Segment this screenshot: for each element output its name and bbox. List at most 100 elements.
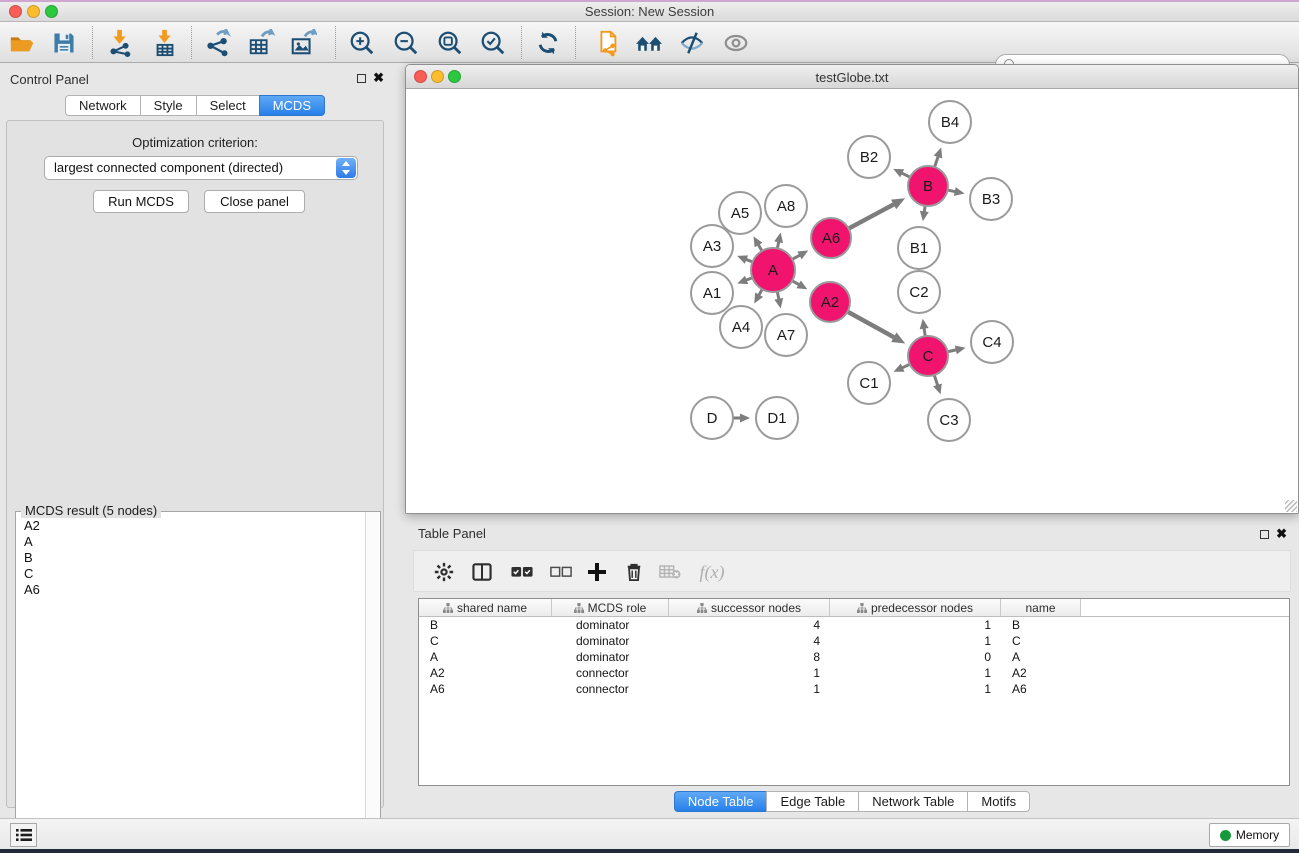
column-header-successor-nodes[interactable]: successor nodes <box>669 599 830 616</box>
run-mcds-button[interactable]: Run MCDS <box>93 190 189 213</box>
result-item[interactable]: C <box>16 566 364 582</box>
deselect-all-icon[interactable] <box>545 556 577 588</box>
show-graphics-details-icon[interactable] <box>720 27 752 59</box>
table-cell[interactable]: C <box>1001 633 1081 649</box>
resize-grip-icon[interactable] <box>1285 500 1297 512</box>
table-cell[interactable]: 4 <box>669 617 830 633</box>
mcds-result-group: MCDS result (5 nodes) A2ABCA6 <box>15 511 381 853</box>
node-label-D1: D1 <box>767 410 786 427</box>
tab-network-table[interactable]: Network Table <box>858 791 967 812</box>
zoom-in-icon[interactable] <box>346 27 378 59</box>
node-table[interactable]: shared nameMCDS rolesuccessor nodesprede… <box>418 598 1290 786</box>
table-cell[interactable]: A2 <box>419 665 552 681</box>
table-cell[interactable]: dominator <box>552 617 669 633</box>
tab-network[interactable]: Network <box>65 95 140 116</box>
network-window-titlebar[interactable]: testGlobe.txt <box>406 65 1298 89</box>
table-toolbar: f(x) <box>413 550 1291 592</box>
table-cell[interactable]: 1 <box>830 617 1001 633</box>
table-row[interactable]: Bdominator41B <box>419 617 1289 633</box>
table-cell[interactable]: 4 <box>669 633 830 649</box>
table-cell[interactable]: A <box>1001 649 1081 665</box>
select-all-icon[interactable] <box>506 556 538 588</box>
column-header-shared-name[interactable]: shared name <box>419 599 552 616</box>
hide-graphics-details-icon[interactable] <box>676 27 708 59</box>
function-builder-icon[interactable]: f(x) <box>696 556 728 588</box>
table-cell[interactable]: C <box>419 633 552 649</box>
result-item[interactable]: B <box>16 550 364 566</box>
table-cell[interactable]: dominator <box>552 649 669 665</box>
table-row[interactable]: Adominator80A <box>419 649 1289 665</box>
table-row[interactable]: Cdominator41C <box>419 633 1289 649</box>
tab-mcds[interactable]: MCDS <box>259 95 325 116</box>
edge-arrowhead <box>774 232 783 243</box>
tab-select[interactable]: Select <box>196 95 259 116</box>
tab-style[interactable]: Style <box>140 95 196 116</box>
new-network-from-file-icon[interactable] <box>591 27 623 59</box>
import-network-icon[interactable] <box>104 27 136 59</box>
table-cell[interactable]: connector <box>552 681 669 697</box>
node-label-C3: C3 <box>939 412 958 429</box>
refresh-icon[interactable] <box>532 27 564 59</box>
table-cell[interactable]: 8 <box>669 649 830 665</box>
tab-motifs[interactable]: Motifs <box>967 791 1030 812</box>
table-cell[interactable]: B <box>1001 617 1081 633</box>
result-item[interactable]: A <box>16 534 364 550</box>
network-canvas[interactable]: B4B2BB3A8A5A6A3B1AA1C2A2A4A7C4CC1C3DD1 <box>406 89 1298 513</box>
result-scrollbar[interactable] <box>365 512 380 853</box>
column-header-filler <box>1081 599 1289 616</box>
import-table-icon[interactable] <box>149 27 181 59</box>
result-item[interactable]: A2 <box>16 518 364 534</box>
table-settings-icon[interactable] <box>428 556 460 588</box>
table-cell[interactable]: 1 <box>830 665 1001 681</box>
control-panel-tabs: NetworkStyleSelectMCDS <box>0 95 390 116</box>
delete-column-icon[interactable] <box>618 556 650 588</box>
table-cell[interactable]: 1 <box>830 633 1001 649</box>
table-cell[interactable]: 1 <box>669 665 830 681</box>
zoom-fit-icon[interactable] <box>434 27 466 59</box>
task-history-button[interactable] <box>10 823 37 847</box>
float-panel-icon[interactable] <box>357 74 366 83</box>
edge-A6-B[interactable] <box>849 203 896 228</box>
export-image-icon[interactable] <box>287 27 319 59</box>
table-cell[interactable]: B <box>419 617 552 633</box>
home-icon[interactable] <box>633 27 665 59</box>
memory-button[interactable]: Memory <box>1209 823 1290 847</box>
result-item[interactable]: A6 <box>16 582 364 598</box>
table-row[interactable]: A6connector11A6 <box>419 681 1289 697</box>
criterion-dropdown[interactable]: largest connected component (directed) <box>44 156 358 180</box>
node-label-C: C <box>923 348 934 365</box>
table-cell[interactable]: A2 <box>1001 665 1081 681</box>
table-cell[interactable]: A6 <box>419 681 552 697</box>
close-panel-icon[interactable]: ✖ <box>373 70 384 86</box>
table-cell[interactable]: connector <box>552 665 669 681</box>
zoom-selected-icon[interactable] <box>477 27 509 59</box>
column-header-predecessor-nodes[interactable]: predecessor nodes <box>830 599 1001 616</box>
export-network-icon[interactable] <box>202 27 234 59</box>
table-row[interactable]: A2connector11A2 <box>419 665 1289 681</box>
memory-status-icon <box>1220 830 1231 841</box>
export-table-icon[interactable] <box>245 27 277 59</box>
table-cell[interactable]: dominator <box>552 633 669 649</box>
table-cell[interactable]: 1 <box>669 681 830 697</box>
table-float-panel-icon[interactable] <box>1260 530 1269 539</box>
column-header-name[interactable]: name <box>1001 599 1081 616</box>
open-session-icon[interactable] <box>6 27 38 59</box>
edge-arrowhead <box>774 298 783 309</box>
table-cell[interactable]: A6 <box>1001 681 1081 697</box>
delete-table-icon[interactable] <box>654 556 686 588</box>
save-session-icon[interactable] <box>48 27 80 59</box>
table-cell[interactable]: A <box>419 649 552 665</box>
node-label-A3: A3 <box>703 238 721 255</box>
tab-edge-table[interactable]: Edge Table <box>766 791 858 812</box>
tab-node-table[interactable]: Node Table <box>674 791 767 812</box>
table-cell[interactable]: 1 <box>830 681 1001 697</box>
edge-A2-C[interactable] <box>848 312 896 338</box>
split-panel-icon[interactable] <box>466 556 498 588</box>
column-header-MCDS-role[interactable]: MCDS role <box>552 599 669 616</box>
zoom-out-icon[interactable] <box>390 27 422 59</box>
close-panel-button[interactable]: Close panel <box>204 190 305 213</box>
add-column-icon[interactable] <box>581 556 613 588</box>
table-cell[interactable]: 0 <box>830 649 1001 665</box>
sort-tree-icon <box>697 603 707 613</box>
table-close-panel-icon[interactable]: ✖ <box>1276 526 1287 542</box>
